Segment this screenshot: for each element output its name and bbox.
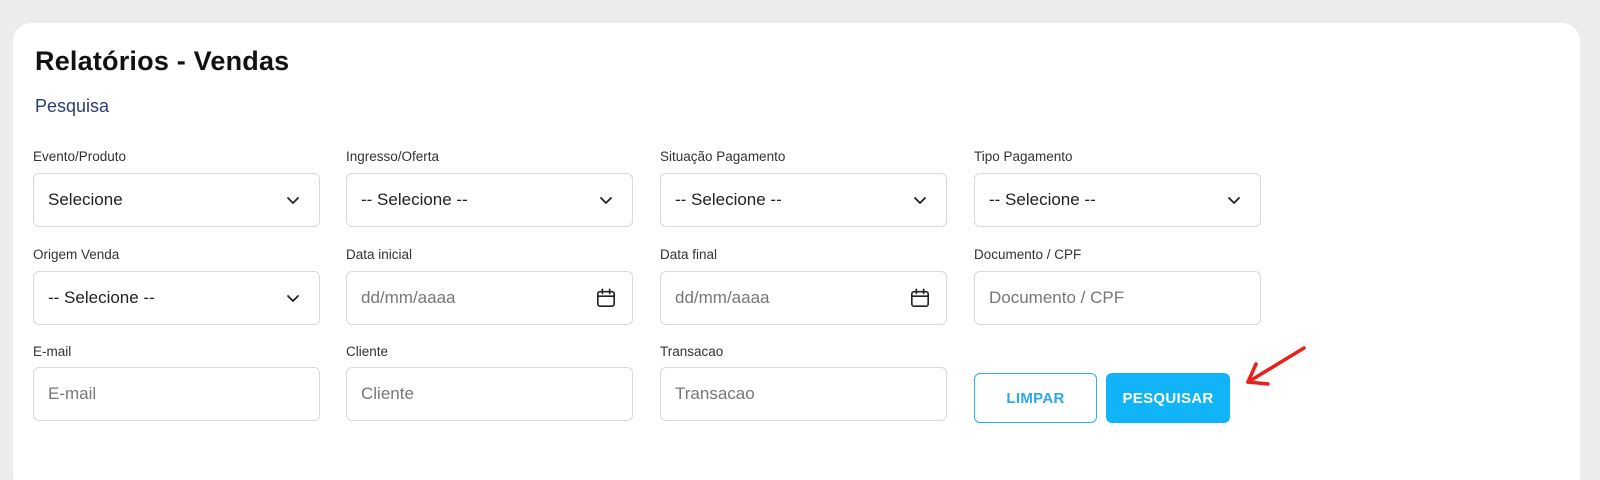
- data-final-label: Data final: [660, 247, 718, 262]
- data-inicial-placeholder: dd/mm/aaaa: [361, 288, 456, 307]
- documento-cpf-input[interactable]: Documento / CPF: [974, 271, 1261, 325]
- ingresso-oferta-value: -- Selecione --: [361, 190, 468, 209]
- red-arrow-annotation-icon: [1246, 346, 1306, 386]
- ingresso-oferta-label: Ingresso/Oferta: [346, 149, 440, 164]
- tipo-pagamento-select[interactable]: -- Selecione --: [974, 173, 1261, 227]
- email-input[interactable]: E-mail: [33, 367, 320, 421]
- data-inicial-label: Data inicial: [346, 247, 413, 262]
- transacao-input[interactable]: Transacao: [660, 367, 947, 421]
- calendar-icon[interactable]: [596, 288, 616, 308]
- chevron-down-icon: [596, 190, 616, 210]
- email-placeholder: E-mail: [48, 384, 97, 403]
- clear-button[interactable]: LIMPAR: [974, 373, 1097, 423]
- search-section-title: Pesquisa: [35, 96, 110, 116]
- cliente-label: Cliente: [346, 344, 389, 359]
- evento-produto-label: Evento/Produto: [33, 149, 127, 164]
- page-title: Relatórios - Vendas: [35, 46, 290, 76]
- transacao-placeholder: Transacao: [675, 384, 755, 403]
- chevron-down-icon: [283, 288, 303, 308]
- evento-produto-select[interactable]: Selecione: [33, 173, 320, 227]
- email-label: E-mail: [33, 344, 72, 359]
- ingresso-oferta-select[interactable]: -- Selecione --: [346, 173, 633, 227]
- data-final-placeholder: dd/mm/aaaa: [675, 288, 770, 307]
- documento-cpf-placeholder: Documento / CPF: [989, 288, 1125, 307]
- situacao-pagamento-value: -- Selecione --: [675, 190, 782, 209]
- origem-venda-value: -- Selecione --: [48, 288, 155, 307]
- evento-produto-value: Selecione: [48, 190, 123, 209]
- search-button[interactable]: PESQUISAR: [1106, 373, 1230, 423]
- data-final-input[interactable]: dd/mm/aaaa: [660, 271, 947, 325]
- chevron-down-icon: [283, 190, 303, 210]
- data-inicial-input[interactable]: dd/mm/aaaa: [346, 271, 633, 325]
- cliente-input[interactable]: Cliente: [346, 367, 633, 421]
- tipo-pagamento-label: Tipo Pagamento: [974, 149, 1073, 164]
- chevron-down-icon: [910, 190, 930, 210]
- transacao-label: Transacao: [660, 344, 724, 359]
- documento-cpf-label: Documento / CPF: [974, 247, 1082, 262]
- origem-venda-select[interactable]: -- Selecione --: [33, 271, 320, 325]
- situacao-pagamento-label: Situação Pagamento: [660, 149, 786, 164]
- calendar-icon[interactable]: [910, 288, 930, 308]
- chevron-down-icon: [1224, 190, 1244, 210]
- tipo-pagamento-value: -- Selecione --: [989, 190, 1096, 209]
- situacao-pagamento-select[interactable]: -- Selecione --: [660, 173, 947, 227]
- cliente-placeholder: Cliente: [361, 384, 414, 403]
- origem-venda-label: Origem Venda: [33, 247, 120, 262]
